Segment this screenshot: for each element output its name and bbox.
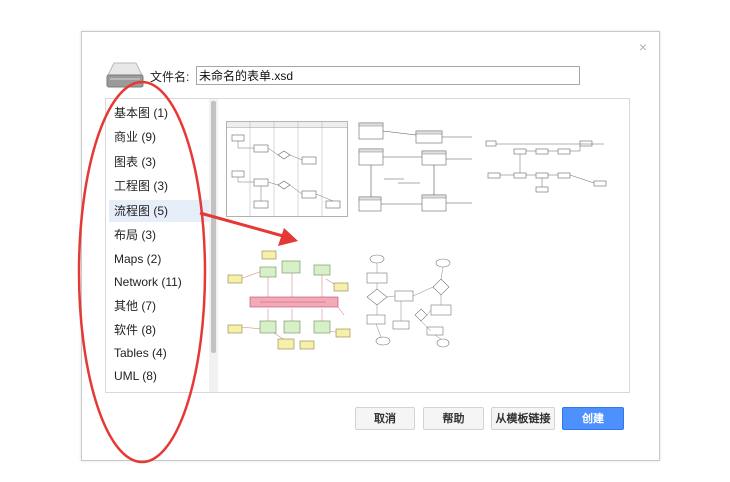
template-swimlane-flowchart[interactable] xyxy=(226,121,348,217)
category-list: 基本图 (1) 商业 (9) 图表 (3) 工程图 (3) 流程图 (5) 布局… xyxy=(106,99,209,392)
template-panel: 基本图 (1) 商业 (9) 图表 (3) 工程图 (3) 流程图 (5) 布局… xyxy=(105,98,630,393)
category-item-flowchart[interactable]: 流程图 (5) xyxy=(109,200,209,222)
category-item-uml[interactable]: UML (8) xyxy=(109,365,209,387)
category-item-charts[interactable]: 图表 (3) xyxy=(109,151,209,173)
cancel-button[interactable]: 取消 xyxy=(355,407,415,430)
category-scrollbar-thumb[interactable] xyxy=(211,101,216,353)
create-button[interactable]: 创建 xyxy=(562,407,624,430)
category-item-maps[interactable]: Maps (2) xyxy=(109,248,209,270)
category-item-layout[interactable]: 布局 (3) xyxy=(109,224,209,246)
filename-label: 文件名: xyxy=(150,70,190,84)
category-item-business[interactable]: 商业 (9) xyxy=(109,126,209,148)
template-horizontal-flow[interactable] xyxy=(484,137,612,199)
link-from-template-button[interactable]: 从模板链接 xyxy=(491,407,555,430)
category-item-basic[interactable]: 基本图 (1) xyxy=(109,102,209,124)
filename-input[interactable] xyxy=(196,66,580,85)
template-decision-flowchart[interactable] xyxy=(361,249,461,349)
category-item-software[interactable]: 软件 (8) xyxy=(109,319,209,341)
template-colored-flowchart[interactable] xyxy=(226,249,354,355)
category-item-engineering[interactable]: 工程图 (3) xyxy=(109,175,209,197)
category-item-tables[interactable]: Tables (4) xyxy=(109,342,209,364)
help-button[interactable]: 帮助 xyxy=(423,407,484,430)
category-item-network[interactable]: Network (11) xyxy=(109,271,209,293)
template-process-flow[interactable] xyxy=(354,119,478,219)
disk-icon xyxy=(106,62,144,88)
close-icon[interactable]: × xyxy=(637,40,649,54)
category-item-other[interactable]: 其他 (7) xyxy=(109,295,209,317)
